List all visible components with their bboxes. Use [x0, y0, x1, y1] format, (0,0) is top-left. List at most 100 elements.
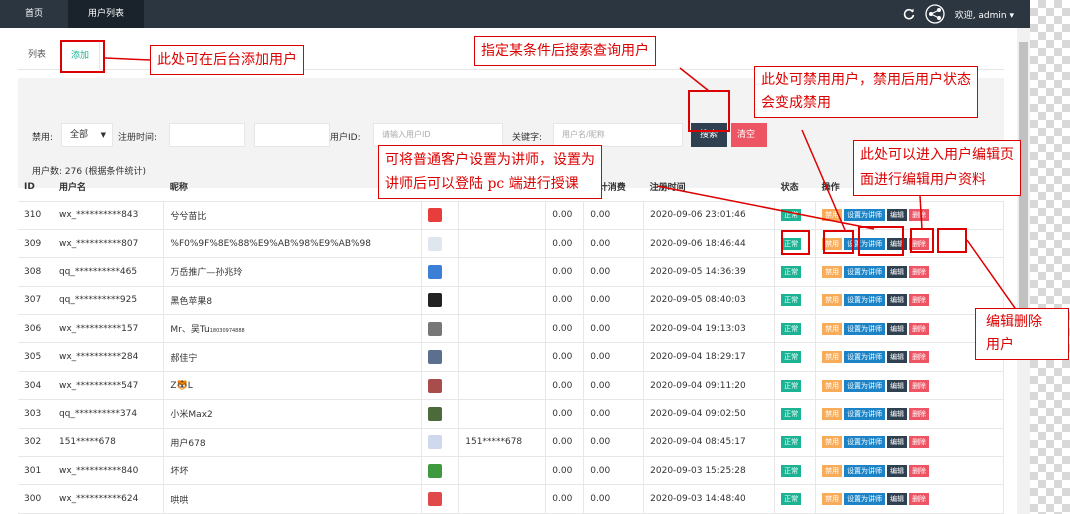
status-badge: 正常	[781, 464, 802, 477]
set-teacher-button[interactable]: 设置为讲师	[844, 464, 886, 477]
cell-balance: 0.00	[545, 399, 585, 429]
delete-button[interactable]: 删除	[909, 265, 930, 278]
user-menu[interactable]: 欢迎, admin ▾	[955, 8, 1014, 21]
note-search: 指定某条件后搜索查询用户	[474, 36, 656, 66]
set-teacher-button[interactable]: 设置为讲师	[844, 322, 886, 335]
status-badge: 正常	[781, 379, 802, 392]
edit-button[interactable]: 编辑	[887, 407, 908, 420]
set-teacher-button[interactable]: 设置为讲师	[844, 436, 886, 449]
edit-button[interactable]: 编辑	[887, 294, 908, 307]
cell-phone	[458, 456, 547, 486]
cell-spent: 0.00	[583, 200, 645, 230]
cell-reg-time: 2020-09-06 23:01:46	[643, 200, 776, 230]
disable-button[interactable]: 禁用	[822, 209, 843, 222]
delete-button[interactable]: 删除	[909, 322, 930, 335]
avatar	[428, 208, 443, 223]
uid-input[interactable]: 请输入用户ID	[373, 123, 503, 147]
delete-button[interactable]: 删除	[909, 379, 930, 392]
set-teacher-button[interactable]: 设置为讲师	[844, 407, 886, 420]
nickname-text: 用户678	[170, 438, 206, 449]
disable-button[interactable]: 禁用	[822, 322, 843, 335]
status-badge: 正常	[781, 351, 802, 364]
note-add: 此处可在后台添加用户	[150, 45, 304, 75]
cell-status: 正常	[774, 456, 817, 486]
edit-button[interactable]: 编辑	[887, 351, 908, 364]
edit-button[interactable]: 编辑	[887, 322, 908, 335]
status-badge: 正常	[781, 265, 802, 278]
set-teacher-button[interactable]: 设置为讲师	[844, 294, 886, 307]
cell-ops: 禁用 设置为讲师 编辑 删除	[815, 484, 1004, 514]
edit-button[interactable]: 编辑	[887, 209, 908, 222]
edit-button[interactable]: 编辑	[887, 379, 908, 392]
avatar	[428, 350, 443, 365]
disable-button[interactable]: 禁用	[822, 379, 843, 392]
set-teacher-button[interactable]: 设置为讲师	[844, 209, 886, 222]
cell-reg-time: 2020-09-04 18:29:17	[643, 342, 776, 372]
cell-reg-time: 2020-09-03 14:48:40	[643, 484, 776, 514]
cell-username: qq_**********374	[52, 399, 164, 429]
set-teacher-button[interactable]: 设置为讲师	[844, 351, 886, 364]
table-row: 310 wx_**********843 兮兮苗比 0.00 0.00 2020-09-0…	[18, 200, 1004, 230]
cell-spent: 0.00	[583, 342, 645, 372]
cell-ops: 禁用 设置为讲师 编辑 删除	[815, 370, 1004, 401]
disable-button[interactable]: 禁用	[822, 407, 843, 420]
cell-username: wx_**********547	[52, 370, 164, 401]
delete-button[interactable]: 删除	[909, 351, 930, 364]
cell-phone	[458, 200, 547, 230]
reg-time-end-input[interactable]	[254, 123, 330, 147]
set-teacher-button[interactable]: 设置为讲师	[844, 493, 886, 506]
cell-username: wx_**********624	[52, 484, 164, 514]
nav-home[interactable]: 首页	[14, 0, 54, 28]
disabled-select[interactable]: 全部 ▼	[61, 123, 113, 147]
disable-button[interactable]: 禁用	[822, 493, 843, 506]
cell-nickname: 用户678	[163, 427, 423, 458]
avatar	[428, 264, 443, 279]
cell-id: 302	[18, 427, 53, 458]
disable-button[interactable]: 禁用	[822, 294, 843, 307]
keyword-input[interactable]: 用户名/昵称	[553, 123, 683, 147]
cell-phone	[458, 342, 547, 372]
tab-list[interactable]: 列表	[18, 40, 56, 70]
highlight-teacher	[858, 226, 904, 256]
disable-button[interactable]: 禁用	[822, 265, 843, 278]
edit-button[interactable]: 编辑	[887, 493, 908, 506]
table-row: 309 wx_**********807 %F0%9F%8E%88%E9%AB%98…	[18, 228, 1004, 259]
edit-button[interactable]: 编辑	[887, 436, 908, 449]
delete-button[interactable]: 删除	[909, 294, 930, 307]
cell-id: 300	[18, 484, 53, 514]
cell-username: 151*****678	[52, 427, 164, 458]
disable-button[interactable]: 禁用	[822, 436, 843, 449]
delete-button[interactable]: 删除	[909, 464, 930, 477]
cell-id: 303	[18, 399, 53, 429]
cell-status: 正常	[774, 399, 817, 429]
cell-balance: 0.00	[545, 257, 585, 287]
refresh-icon[interactable]	[903, 8, 915, 20]
nav-user-list[interactable]: 用户列表	[68, 0, 144, 28]
edit-button[interactable]: 编辑	[887, 464, 908, 477]
avatar-icon[interactable]	[925, 4, 945, 24]
cell-status: 正常	[774, 342, 817, 372]
disable-button[interactable]: 禁用	[822, 464, 843, 477]
cell-spent: 0.00	[583, 228, 645, 259]
cell-username: wx_**********840	[52, 456, 164, 486]
set-teacher-button[interactable]: 设置为讲师	[844, 265, 886, 278]
scrollbar[interactable]	[1017, 28, 1030, 514]
nickname-text: Z🐯L	[170, 380, 193, 391]
cell-status: 正常	[774, 257, 817, 287]
reg-time-start-input[interactable]	[169, 123, 245, 147]
cell-phone: 151*****678	[458, 427, 547, 458]
delete-button[interactable]: 删除	[909, 209, 930, 222]
delete-button[interactable]: 删除	[909, 407, 930, 420]
cell-ops: 禁用 设置为讲师 编辑 删除	[815, 200, 1004, 230]
cell-avatar	[421, 370, 460, 401]
note-disable-line2: 会变成禁用	[761, 95, 831, 111]
cell-avatar	[421, 257, 460, 287]
cell-spent: 0.00	[583, 484, 645, 514]
delete-button[interactable]: 删除	[909, 436, 930, 449]
disable-button[interactable]: 禁用	[822, 351, 843, 364]
clear-button[interactable]: 清空	[731, 123, 767, 147]
cell-nickname: 小米Max2	[163, 399, 423, 429]
edit-button[interactable]: 编辑	[887, 265, 908, 278]
set-teacher-button[interactable]: 设置为讲师	[844, 379, 886, 392]
delete-button[interactable]: 删除	[909, 493, 930, 506]
